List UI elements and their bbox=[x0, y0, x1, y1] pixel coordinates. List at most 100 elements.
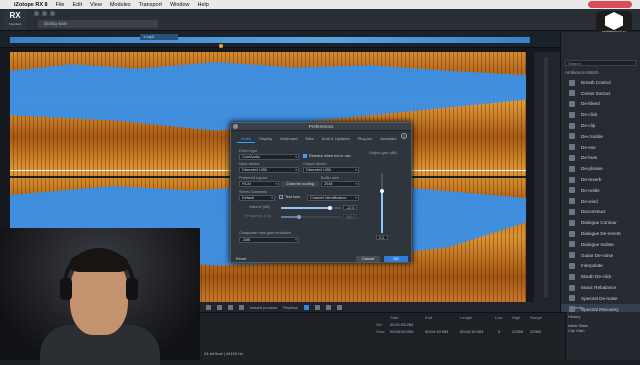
tab-plug-ins[interactable]: Plug-ins bbox=[354, 135, 376, 143]
module-item[interactable]: De-ess bbox=[561, 142, 640, 153]
module-item-label: De-bleed bbox=[581, 101, 600, 107]
menu-app[interactable]: iZotope RX 8 bbox=[14, 2, 48, 8]
module-item[interactable]: De-plosive bbox=[561, 163, 640, 174]
module-item[interactable]: Mouth De-click bbox=[561, 271, 640, 282]
frequency-value[interactable]: 440.0 bbox=[343, 214, 357, 219]
zoom-readout[interactable]: unity bbox=[575, 305, 583, 310]
reset-button[interactable]: Reset bbox=[235, 256, 247, 262]
driver-type-select[interactable]: CoreAudio bbox=[239, 154, 299, 160]
module-item[interactable]: De-bleed bbox=[561, 99, 640, 110]
module-item[interactable]: De-wind bbox=[561, 196, 640, 207]
view-start[interactable]: 00:00:00.000 bbox=[390, 329, 413, 334]
module-list-header[interactable]: Ambience Match bbox=[561, 68, 640, 77]
close-window-icon[interactable] bbox=[34, 11, 39, 16]
volume-value[interactable]: -12.0 bbox=[343, 205, 357, 210]
tab-misc[interactable]: Misc bbox=[301, 135, 317, 143]
output-device-select[interactable]: Discrete4 USB bbox=[303, 167, 359, 173]
module-icon bbox=[569, 284, 575, 291]
module-item[interactable]: Center Extract bbox=[561, 88, 640, 99]
headphone-left-cup bbox=[60, 278, 72, 300]
menu-modules[interactable]: Modules bbox=[110, 2, 131, 8]
menu-help[interactable]: Help bbox=[198, 2, 209, 8]
module-item-label: Dialogue De-reverb bbox=[581, 231, 621, 237]
output-device-label: Output device bbox=[303, 162, 327, 166]
minimize-window-icon[interactable] bbox=[42, 11, 47, 16]
view-end[interactable]: 00:04:19.953 bbox=[425, 329, 448, 334]
play-icon[interactable] bbox=[239, 304, 244, 310]
release-checkbox[interactable]: Release when not in use bbox=[303, 154, 351, 158]
menu-transport[interactable]: Transport bbox=[139, 2, 162, 8]
menubar-status-pill[interactable] bbox=[588, 1, 632, 8]
module-item[interactable]: Breath Control bbox=[561, 77, 640, 88]
rx-logo: RX Standard bbox=[4, 10, 26, 30]
module-icon bbox=[569, 79, 575, 86]
col-high: High bbox=[512, 315, 521, 320]
test-tone-checkbox[interactable]: Test tone bbox=[279, 195, 300, 199]
level-meter bbox=[534, 52, 560, 302]
stereo-downmix-select[interactable]: Default bbox=[239, 195, 275, 201]
output-gain-slider[interactable] bbox=[380, 173, 384, 233]
module-item[interactable]: Dialogue Contour bbox=[561, 217, 640, 228]
module-item-label: Guitar De-noise bbox=[581, 252, 614, 258]
history-item[interactable]: Clip Gain bbox=[568, 328, 638, 333]
module-item[interactable]: Music Rebalance bbox=[561, 282, 640, 293]
module-item[interactable]: De-clip bbox=[561, 120, 640, 131]
frequency-slider[interactable] bbox=[281, 215, 341, 219]
lasso-tool-icon[interactable] bbox=[314, 304, 320, 310]
stop-icon[interactable] bbox=[228, 304, 233, 310]
volume-slider[interactable] bbox=[281, 206, 341, 210]
cancel-button[interactable]: Cancel bbox=[356, 256, 380, 262]
help-icon[interactable]: ? bbox=[401, 133, 407, 139]
file-chip[interactable]: 1.mp3 bbox=[140, 34, 178, 40]
test-tone-select[interactable]: Channel Identification bbox=[307, 195, 359, 201]
module-item[interactable]: Guitar De-noise bbox=[561, 250, 640, 261]
input-device-select[interactable]: Discrete4 USB bbox=[239, 167, 299, 173]
buffer-size-select[interactable]: 2048 bbox=[321, 181, 359, 187]
ok-button[interactable]: OK bbox=[384, 256, 408, 262]
tab-keyboard[interactable]: Keyboard bbox=[276, 135, 301, 143]
module-item[interactable]: Spectral De-noise bbox=[561, 293, 640, 304]
tab-auth-updates[interactable]: Auth & Updates bbox=[318, 135, 354, 143]
close-dialog-icon[interactable] bbox=[233, 124, 238, 129]
menu-file[interactable]: File bbox=[56, 2, 65, 8]
magic-wand-icon[interactable] bbox=[336, 304, 342, 310]
channel-routing-button[interactable]: Channel routing bbox=[281, 181, 319, 187]
file-tab[interactable]: Dialog waiv bbox=[38, 20, 158, 28]
replace-label[interactable]: Replace bbox=[283, 305, 298, 310]
module-item[interactable]: De-hum bbox=[561, 153, 640, 164]
tab-audio[interactable]: Audio bbox=[237, 135, 256, 143]
menu-edit[interactable]: Edit bbox=[73, 2, 82, 8]
tab-display[interactable]: Display bbox=[255, 135, 276, 143]
window-controls bbox=[34, 11, 55, 16]
tab-assistant[interactable]: Assistant bbox=[376, 135, 400, 143]
module-item[interactable]: De-click bbox=[561, 109, 640, 120]
col-start: Start bbox=[390, 315, 399, 320]
frequency-scale bbox=[526, 52, 534, 302]
module-item[interactable]: De-rustle bbox=[561, 185, 640, 196]
menu-window[interactable]: Window bbox=[170, 2, 190, 8]
module-search-input[interactable]: Search bbox=[565, 60, 636, 66]
module-item[interactable]: Dialogue Isolate bbox=[561, 239, 640, 250]
module-item[interactable]: Interpolate bbox=[561, 261, 640, 272]
history-title: History bbox=[568, 314, 581, 319]
view-range[interactable]: 22050 bbox=[530, 329, 541, 334]
record-icon[interactable] bbox=[217, 304, 222, 310]
module-item-label: De-reverb bbox=[581, 177, 602, 183]
module-item[interactable]: De-crackle bbox=[561, 131, 640, 142]
preferred-layout-select[interactable]: FILM bbox=[239, 181, 279, 187]
selection-tool-icon[interactable] bbox=[303, 304, 309, 310]
view-length[interactable]: 00:04:19.953 bbox=[460, 329, 483, 334]
composite-gain-select[interactable]: -3dB bbox=[239, 237, 299, 243]
menu-view[interactable]: View bbox=[90, 2, 102, 8]
module-item[interactable]: Dialogue De-reverb bbox=[561, 228, 640, 239]
module-item[interactable]: Deconstruct bbox=[561, 207, 640, 218]
module-item[interactable]: De-reverb bbox=[561, 174, 640, 185]
brush-tool-icon[interactable] bbox=[325, 304, 331, 310]
loop-icon[interactable] bbox=[206, 304, 211, 310]
output-gain-value[interactable]: 0.0 bbox=[376, 235, 388, 240]
view-low[interactable]: 0 bbox=[498, 329, 500, 334]
view-high[interactable]: 22050 bbox=[512, 329, 523, 334]
sel-start[interactable]: 00:01:05.282 bbox=[390, 322, 413, 327]
zoom-window-icon[interactable] bbox=[50, 11, 55, 16]
instant-process-label[interactable]: Instant process bbox=[250, 305, 277, 310]
